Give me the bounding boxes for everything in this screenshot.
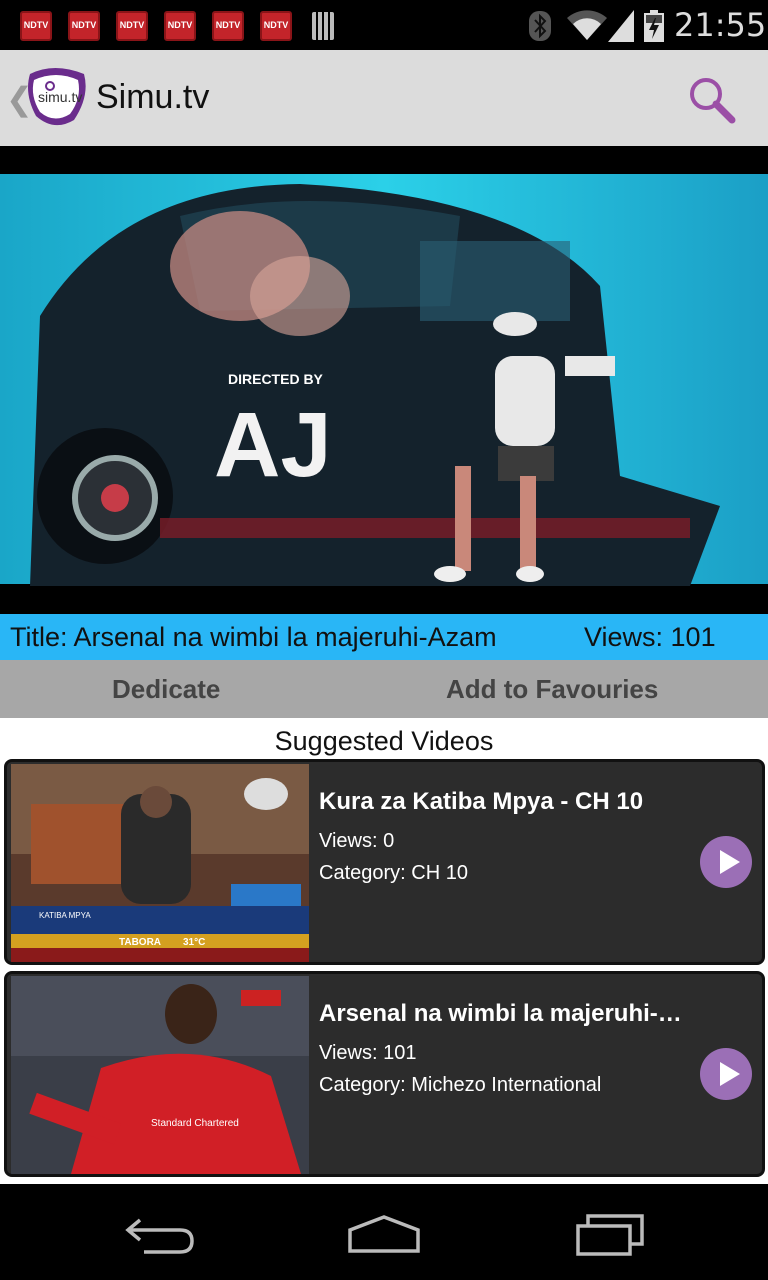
ndtv-notification-icon: NDTV [164, 11, 196, 41]
thumbnail-caption: KATIBA MPYA [39, 911, 91, 920]
recent-apps-icon[interactable] [574, 1212, 646, 1256]
bluetooth-icon [529, 11, 551, 41]
suggested-video-card[interactable]: KATIBA MPYA TABORA 31°C Kura za Katiba M… [4, 759, 765, 965]
video-thumbnail: KATIBA MPYA TABORA 31°C [11, 764, 309, 962]
thumbnail-temperature: 31°C [183, 937, 205, 948]
battery-charging-icon [644, 10, 664, 42]
video-player[interactable]: DIRECTED BY AJ [0, 146, 768, 614]
wifi-icon [567, 10, 607, 40]
simu-tv-logo[interactable]: simu.tv [24, 64, 90, 128]
thumbnail-ticker: TABORA [119, 937, 161, 948]
suggested-video-title: Kura za Katiba Mpya - CH 10 [319, 788, 644, 815]
suggested-video-title: Arsenal na wimbi la majeruhi-Azam [319, 1000, 694, 1027]
back-icon[interactable] [124, 1214, 196, 1254]
dedicate-button[interactable]: Dedicate [112, 674, 220, 705]
ndtv-notification-icon: NDTV [212, 11, 244, 41]
home-icon[interactable] [346, 1214, 422, 1254]
notification-label: NDTV [119, 20, 145, 30]
app-title: Simu.tv [96, 78, 210, 116]
ndtv-notification-icon: NDTV [116, 11, 148, 41]
section-heading: Suggested Videos [274, 726, 494, 756]
suggested-video-category: Category: CH 10 [319, 862, 468, 884]
clock: 21:55 [674, 6, 767, 44]
notification-label: NDTV [23, 20, 49, 30]
play-icon[interactable] [700, 1048, 752, 1100]
notification-label: NDTV [167, 20, 193, 30]
video-views: Views: 101 [584, 622, 716, 652]
status-bar: NDTV NDTV NDTV NDTV NDTV NDTV 21:55 [0, 0, 768, 50]
video-overlay-large-text: AJ [214, 394, 332, 496]
video-info-bar: Title: Arsenal na wimbi la majeruhi-Azam… [0, 614, 768, 660]
suggested-video-views: Views: 101 [319, 1042, 417, 1064]
video-thumbnail: Standard Chartered [11, 976, 309, 1174]
play-icon[interactable] [700, 836, 752, 888]
notification-label: NDTV [215, 20, 241, 30]
search-icon[interactable] [686, 74, 736, 124]
sd-card-icon [312, 12, 334, 40]
suggested-video-category: Category: Michezo International [319, 1074, 602, 1096]
notification-label: NDTV [71, 20, 97, 30]
suggested-videos-section: Suggested Videos KATIBA MPYA TABORA 31°C… [0, 718, 768, 1184]
video-frame: DIRECTED BY AJ [0, 146, 768, 614]
notification-label: NDTV [263, 20, 289, 30]
video-overlay-small-text: DIRECTED BY [228, 371, 324, 387]
ndtv-notification-icon: NDTV [20, 11, 52, 41]
action-bar: ❮ simu.tv Simu.tv [0, 50, 768, 146]
navigation-bar [0, 1184, 768, 1280]
logo-text: simu.tv [38, 89, 82, 105]
ndtv-notification-icon: NDTV [260, 11, 292, 41]
thumbnail-caption: Standard Chartered [151, 1118, 239, 1129]
signal-icon [608, 10, 634, 42]
suggested-video-card[interactable]: Standard Chartered Arsenal na wimbi la m… [4, 971, 765, 1177]
action-button-row: Dedicate Add to Favouries [0, 660, 768, 718]
add-to-favourites-button[interactable]: Add to Favouries [446, 674, 658, 705]
suggested-video-views: Views: 0 [319, 830, 395, 852]
ndtv-notification-icon: NDTV [68, 11, 100, 41]
video-title: Title: Arsenal na wimbi la majeruhi-Azam [10, 622, 497, 652]
